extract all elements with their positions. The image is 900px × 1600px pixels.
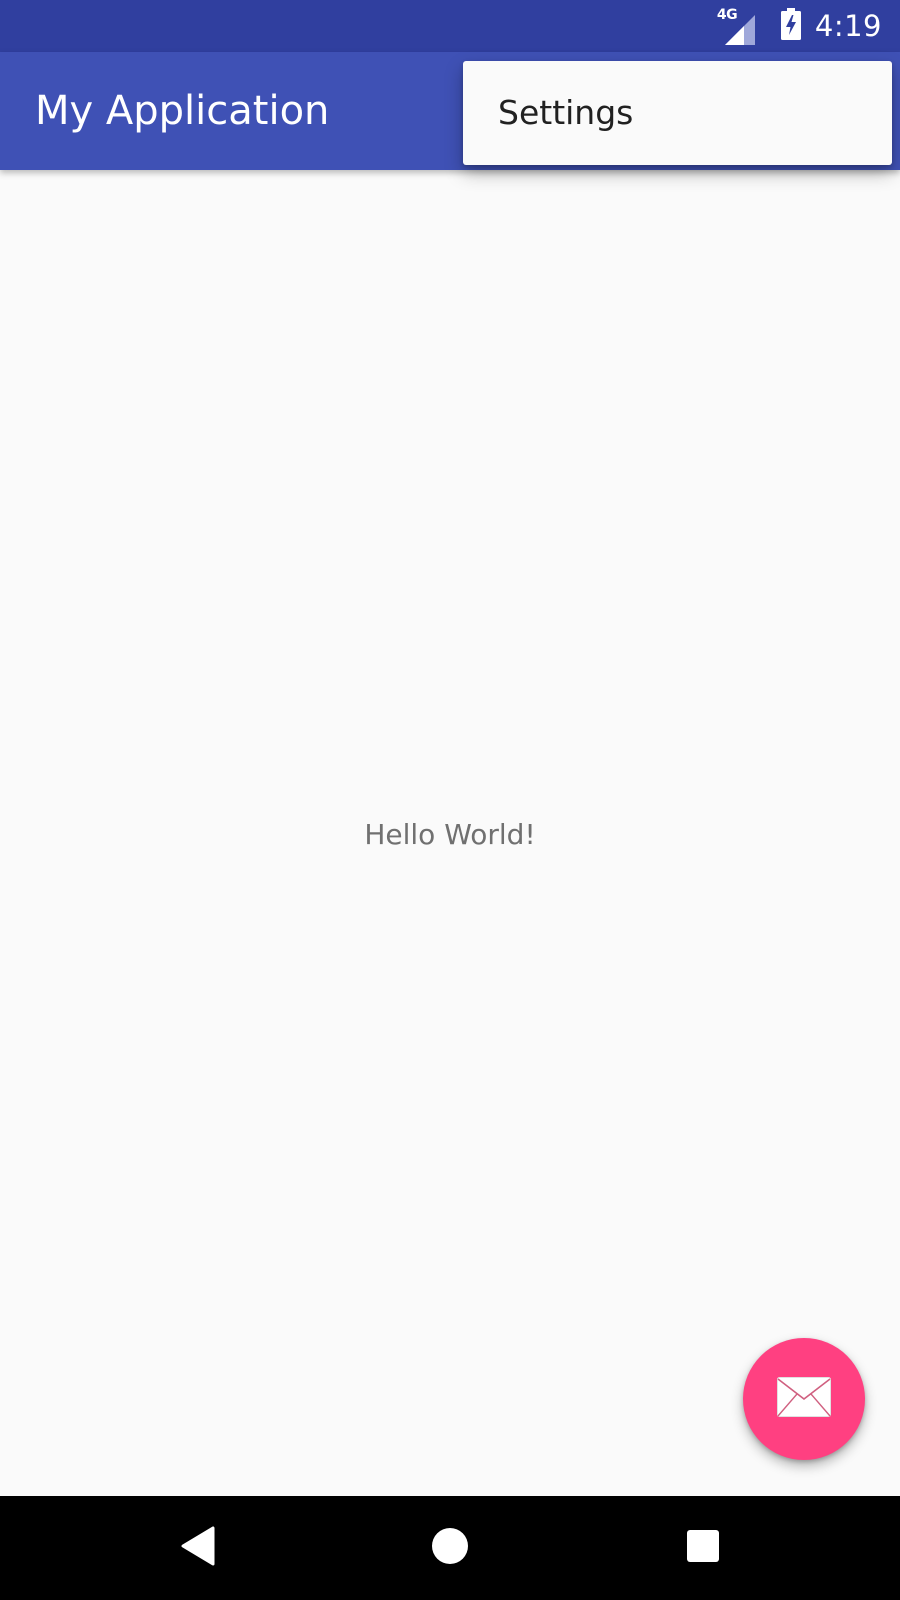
app-title: My Application [35, 88, 330, 134]
status-bar: 4G 4:19 [0, 0, 900, 52]
navigation-bar [0, 1496, 900, 1600]
status-time: 4:19 [814, 9, 882, 43]
home-button[interactable] [424, 1522, 476, 1574]
menu-item-settings[interactable]: Settings [463, 61, 892, 165]
hello-world-text: Hello World! [364, 818, 536, 851]
battery-charging-icon [780, 8, 801, 44]
recents-icon [686, 1529, 720, 1567]
signal-icon: 4G [717, 7, 759, 45]
back-button[interactable] [172, 1522, 224, 1574]
app-screen: 4G 4:19 My Application Settings Hello Wo… [0, 0, 900, 1600]
home-icon [431, 1527, 469, 1569]
mail-icon [776, 1376, 832, 1422]
overflow-menu: Settings [463, 61, 892, 165]
back-icon [180, 1526, 216, 1570]
recents-button[interactable] [677, 1522, 729, 1574]
status-icons: 4G 4:19 [717, 0, 882, 52]
fab-button[interactable] [743, 1338, 865, 1460]
